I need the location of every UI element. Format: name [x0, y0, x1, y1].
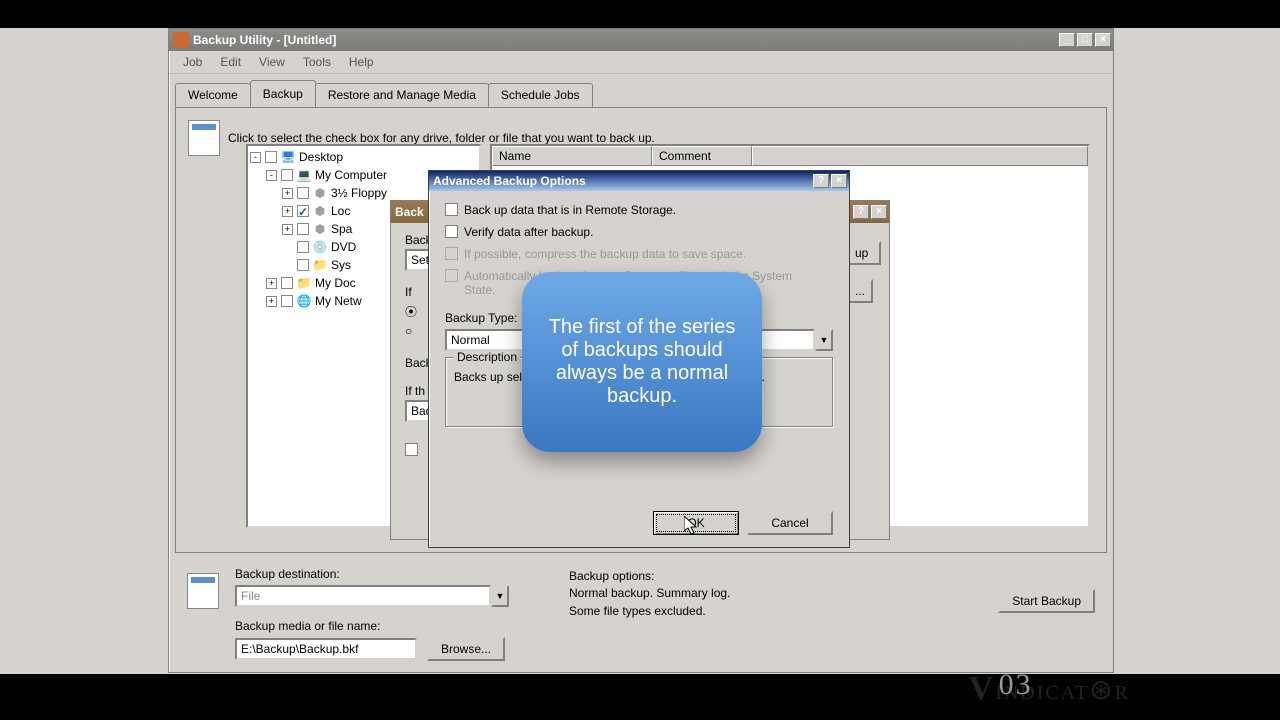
tab-backup[interactable]: Backup: [250, 80, 316, 107]
media-label: Backup media or file name:: [235, 619, 509, 633]
opts-line2: Some file types excluded.: [569, 603, 730, 619]
hint-tooltip: The first of the series of backups shoul…: [522, 272, 762, 452]
start-backup-button[interactable]: Start Backup: [998, 589, 1095, 613]
folder-icon: 📁: [296, 275, 312, 291]
cancel-button[interactable]: Cancel: [747, 511, 833, 535]
dest-dropdown[interactable]: [235, 585, 491, 607]
tree-checkbox[interactable]: [281, 169, 293, 181]
cd-icon: 💿: [312, 239, 328, 255]
drive-icon: ⬢: [312, 221, 328, 237]
close-button[interactable]: ×: [1095, 33, 1111, 47]
adv-title: Advanced Backup Options: [433, 174, 586, 188]
media-input[interactable]: [235, 638, 417, 660]
menu-job[interactable]: Job: [175, 53, 210, 71]
tab-welcome[interactable]: Welcome: [175, 83, 251, 107]
expander-icon[interactable]: -: [266, 170, 277, 181]
drive-icon: ⬢: [312, 203, 328, 219]
instruction-text: Click to select the check box for any dr…: [228, 131, 655, 145]
folder-icon: 📁: [312, 257, 328, 273]
tab-restore[interactable]: Restore and Manage Media: [315, 83, 489, 107]
expander-icon[interactable]: +: [282, 188, 293, 199]
clipboard-icon: [188, 120, 220, 156]
col-spacer: [752, 146, 1088, 166]
tab-schedule[interactable]: Schedule Jobs: [488, 83, 593, 107]
tree-label: Spa: [331, 220, 352, 238]
drive-icon: ⬢: [312, 185, 328, 201]
tree-checkbox[interactable]: [297, 259, 309, 271]
tabstrip: Welcome Backup Restore and Manage Media …: [169, 80, 1113, 107]
net-icon: 🌐: [296, 293, 312, 309]
expander-icon[interactable]: +: [282, 224, 293, 235]
col-name[interactable]: Name: [492, 146, 652, 166]
tree-checkbox[interactable]: [281, 277, 293, 289]
desktop-icon: 🖥: [280, 149, 296, 165]
tree-checkbox[interactable]: [297, 187, 309, 199]
backup-job-help-button[interactable]: ?: [853, 205, 869, 219]
menu-tools[interactable]: Tools: [295, 53, 339, 71]
chk-verify[interactable]: [445, 225, 458, 238]
tree-label: 3½ Floppy: [331, 184, 387, 202]
desc-legend: Description: [454, 350, 520, 364]
chk-system-state: [445, 269, 458, 282]
app-icon: [173, 32, 189, 48]
expander-icon[interactable]: -: [250, 152, 261, 163]
menu-help[interactable]: Help: [341, 53, 382, 71]
tree-label: DVD: [331, 238, 356, 256]
ok-button[interactable]: OK: [653, 511, 739, 535]
tree-row[interactable]: - 🖥Desktop: [250, 148, 477, 166]
tree-label: My Netw: [315, 292, 362, 310]
tree-checkbox[interactable]: [265, 151, 277, 163]
opts-line1: Normal backup. Summary log.: [569, 585, 730, 601]
opts-label: Backup options:: [569, 569, 730, 583]
tree-label: My Computer: [315, 166, 387, 184]
tree-label: Loc: [331, 202, 350, 220]
menu-edit[interactable]: Edit: [212, 53, 249, 71]
menu-view[interactable]: View: [251, 53, 293, 71]
list-header: Name Comment: [492, 146, 1088, 166]
watermark: VVINDICATORindicat⊛r 03: [969, 670, 1130, 708]
expander-icon[interactable]: +: [282, 206, 293, 217]
bj-last-check[interactable]: [405, 443, 418, 456]
lbl-remote-storage: Back up data that is in Remote Storage.: [464, 203, 676, 217]
browse-button[interactable]: Browse...: [427, 637, 505, 661]
tree-checkbox[interactable]: [297, 241, 309, 253]
backup-type-dropdown-button[interactable]: ▼: [815, 329, 833, 351]
backup-job-title: Back: [395, 205, 424, 219]
col-comment[interactable]: Comment: [652, 146, 752, 166]
menubar: Job Edit View Tools Help: [169, 51, 1113, 74]
minimize-button[interactable]: _: [1059, 33, 1075, 47]
pc-icon: 💻: [296, 167, 312, 183]
tree-label: Sys: [331, 256, 351, 274]
lbl-verify: Verify data after backup.: [464, 225, 593, 239]
bottom-area: Backup destination: ▼ Backup media or fi…: [175, 563, 1107, 665]
dest-dropdown-button[interactable]: ▼: [491, 585, 509, 607]
tree-label: Desktop: [299, 148, 343, 166]
tree-checkbox[interactable]: [281, 295, 293, 307]
chk-compress: [445, 247, 458, 260]
adv-close-button[interactable]: ×: [831, 174, 847, 188]
dest-icon: [187, 573, 219, 609]
maximize-button[interactable]: □: [1077, 33, 1093, 47]
tree-checkbox[interactable]: [297, 205, 309, 217]
adv-help-button[interactable]: ?: [813, 174, 829, 188]
titlebar: Backup Utility - [Untitled] _ □ ×: [169, 29, 1113, 51]
chk-remote-storage[interactable]: [445, 203, 458, 216]
tree-label: My Doc: [315, 274, 356, 292]
expander-icon[interactable]: +: [266, 278, 277, 289]
backup-job-close-button[interactable]: ×: [871, 205, 887, 219]
window-title: Backup Utility - [Untitled]: [193, 33, 1057, 47]
lbl-compress: If possible, compress the backup data to…: [464, 247, 746, 261]
tree-checkbox[interactable]: [297, 223, 309, 235]
dest-label: Backup destination:: [235, 567, 509, 581]
expander-icon[interactable]: +: [266, 296, 277, 307]
